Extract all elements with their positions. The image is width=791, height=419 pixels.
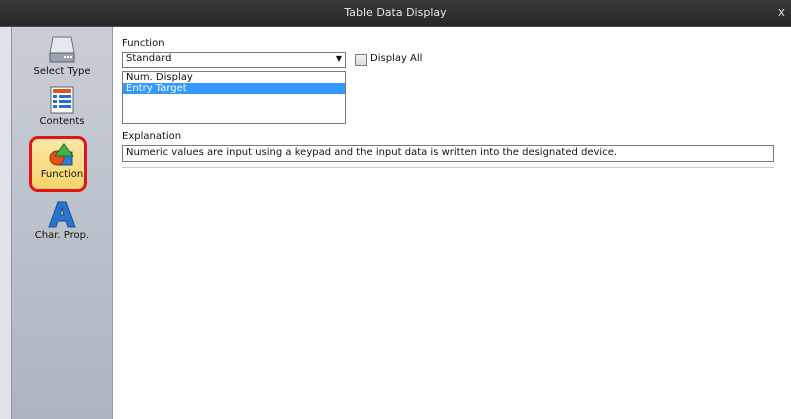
sidebar: Select Type Contents Function Char. Prop… [11, 27, 113, 419]
shapes-icon [49, 143, 74, 166]
list-item[interactable]: Num. Display [123, 72, 345, 83]
explanation-box: Numeric values are input using a keypad … [122, 145, 774, 162]
function-combo-value: Standard [126, 53, 172, 64]
close-button[interactable]: x [778, 5, 785, 19]
explanation-label: Explanation [122, 131, 182, 142]
display-all-checkbox[interactable] [355, 54, 367, 66]
window-title: Table Data Display [344, 6, 447, 19]
sidebar-item-label: Char. Prop. [34, 230, 90, 241]
left-strip [0, 27, 11, 419]
sidebar-item-label: Select Type [33, 66, 91, 77]
list-item-selected[interactable]: Entry Target [123, 83, 345, 94]
explanation-text: Numeric values are input using a keypad … [126, 147, 618, 158]
sidebar-item-char-prop[interactable]: Char. Prop. [12, 199, 112, 241]
sidebar-item-select-type[interactable]: Select Type [12, 35, 112, 77]
sidebar-item-contents[interactable]: Contents [12, 85, 112, 127]
sidebar-item-function[interactable]: Function [12, 136, 112, 192]
divider [122, 167, 774, 168]
chevron-down-icon[interactable]: ▼ [336, 54, 342, 63]
display-all-label: Display All [370, 53, 423, 64]
function-panel: Function Standard ▼ Display All Num. Dis… [112, 27, 791, 419]
letter-a-icon [48, 201, 76, 228]
drive-icon [49, 36, 75, 63]
sidebar-item-label: Function [40, 169, 84, 180]
function-combo[interactable]: Standard ▼ [122, 52, 346, 68]
form-list-icon [50, 86, 74, 114]
dialog-window: Table Data Display x Select Type Content… [0, 0, 791, 419]
function-listbox[interactable]: Num. Display Entry Target [122, 71, 346, 124]
title-bar: Table Data Display x [0, 0, 791, 27]
function-label: Function [122, 38, 165, 49]
sidebar-item-label: Contents [39, 116, 85, 127]
